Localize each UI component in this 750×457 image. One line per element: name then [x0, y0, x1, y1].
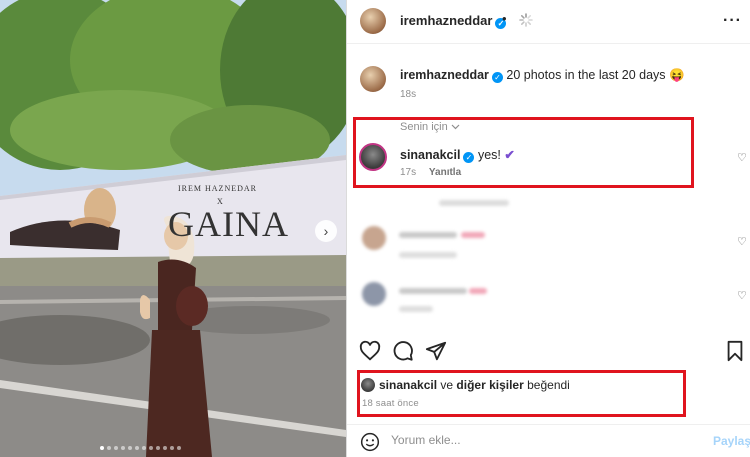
carousel-next-button[interactable]: ›: [315, 220, 337, 242]
post-caption: iremhazneddar ✓ 20 photos in the last 20 …: [400, 68, 685, 83]
carousel-dot: [121, 446, 125, 450]
post-header: iremhazneddar ✓ • ···: [347, 0, 750, 44]
carousel-dot: [107, 446, 111, 450]
blurred-text: [399, 232, 457, 238]
blurred-avatar: [362, 226, 386, 250]
heart-icon[interactable]: [359, 340, 381, 362]
share-icon[interactable]: [425, 340, 447, 362]
carousel-dot: [114, 446, 118, 450]
carousel-dot: [170, 446, 174, 450]
caption-emoji: 😝: [669, 68, 685, 82]
loading-spinner-icon: [519, 13, 533, 27]
carousel-dot: [149, 446, 153, 450]
carousel-dot: [177, 446, 181, 450]
blurred-text: [469, 288, 487, 294]
comment-input[interactable]: [391, 433, 691, 447]
caption-avatar[interactable]: [360, 66, 386, 92]
blurred-text: [439, 200, 509, 206]
author-avatar[interactable]: [360, 8, 386, 34]
carousel-dot: [128, 446, 132, 450]
verified-icon: ✓: [491, 72, 503, 83]
post-panel: iremhazneddar ✓ • ··· iremhazneddar ✓ 20 p…: [346, 0, 750, 457]
author-username[interactable]: iremhazneddar ✓: [400, 13, 507, 29]
more-icon[interactable]: ···: [723, 12, 742, 30]
highlight-box-comment: [353, 117, 694, 188]
highlight-box-likes: [357, 370, 686, 417]
blurred-text: [399, 306, 433, 312]
billboard-brand: GAINA: [168, 204, 289, 244]
blurred-text: [461, 232, 485, 238]
post-comment-button[interactable]: Paylaş: [713, 434, 750, 448]
carousel-dot: [156, 446, 160, 450]
carousel-dot: [135, 446, 139, 450]
billboard-name: IREM HAZNEDAR: [178, 184, 257, 193]
bookmark-icon[interactable]: [725, 340, 745, 362]
heart-icon[interactable]: ♡: [737, 235, 747, 248]
caption-username[interactable]: iremhazneddar: [400, 68, 489, 82]
heart-icon[interactable]: ♡: [737, 289, 747, 302]
header-separator: •: [502, 11, 507, 26]
emoji-icon[interactable]: [360, 432, 380, 452]
caption-time: 18s: [400, 89, 417, 100]
carousel-dot: [142, 446, 146, 450]
caption-text: 20 photos in the last 20 days: [506, 68, 666, 82]
blurred-text: [399, 252, 457, 258]
carousel-dot: [163, 446, 167, 450]
comment-bar: Paylaş: [347, 424, 750, 457]
post-photo[interactable]: IREM HAZNEDAR X GAINA ›: [0, 0, 346, 457]
chevron-right-icon: ›: [323, 223, 329, 239]
blurred-text: [399, 288, 467, 294]
carousel-dot: [100, 446, 104, 450]
author-username-text[interactable]: iremhazneddar: [400, 13, 492, 28]
blurred-avatar: [362, 282, 386, 306]
action-bar: [347, 340, 750, 368]
heart-icon[interactable]: ♡: [737, 151, 747, 164]
comment-icon[interactable]: [392, 340, 414, 362]
carousel-dots: [100, 446, 181, 450]
